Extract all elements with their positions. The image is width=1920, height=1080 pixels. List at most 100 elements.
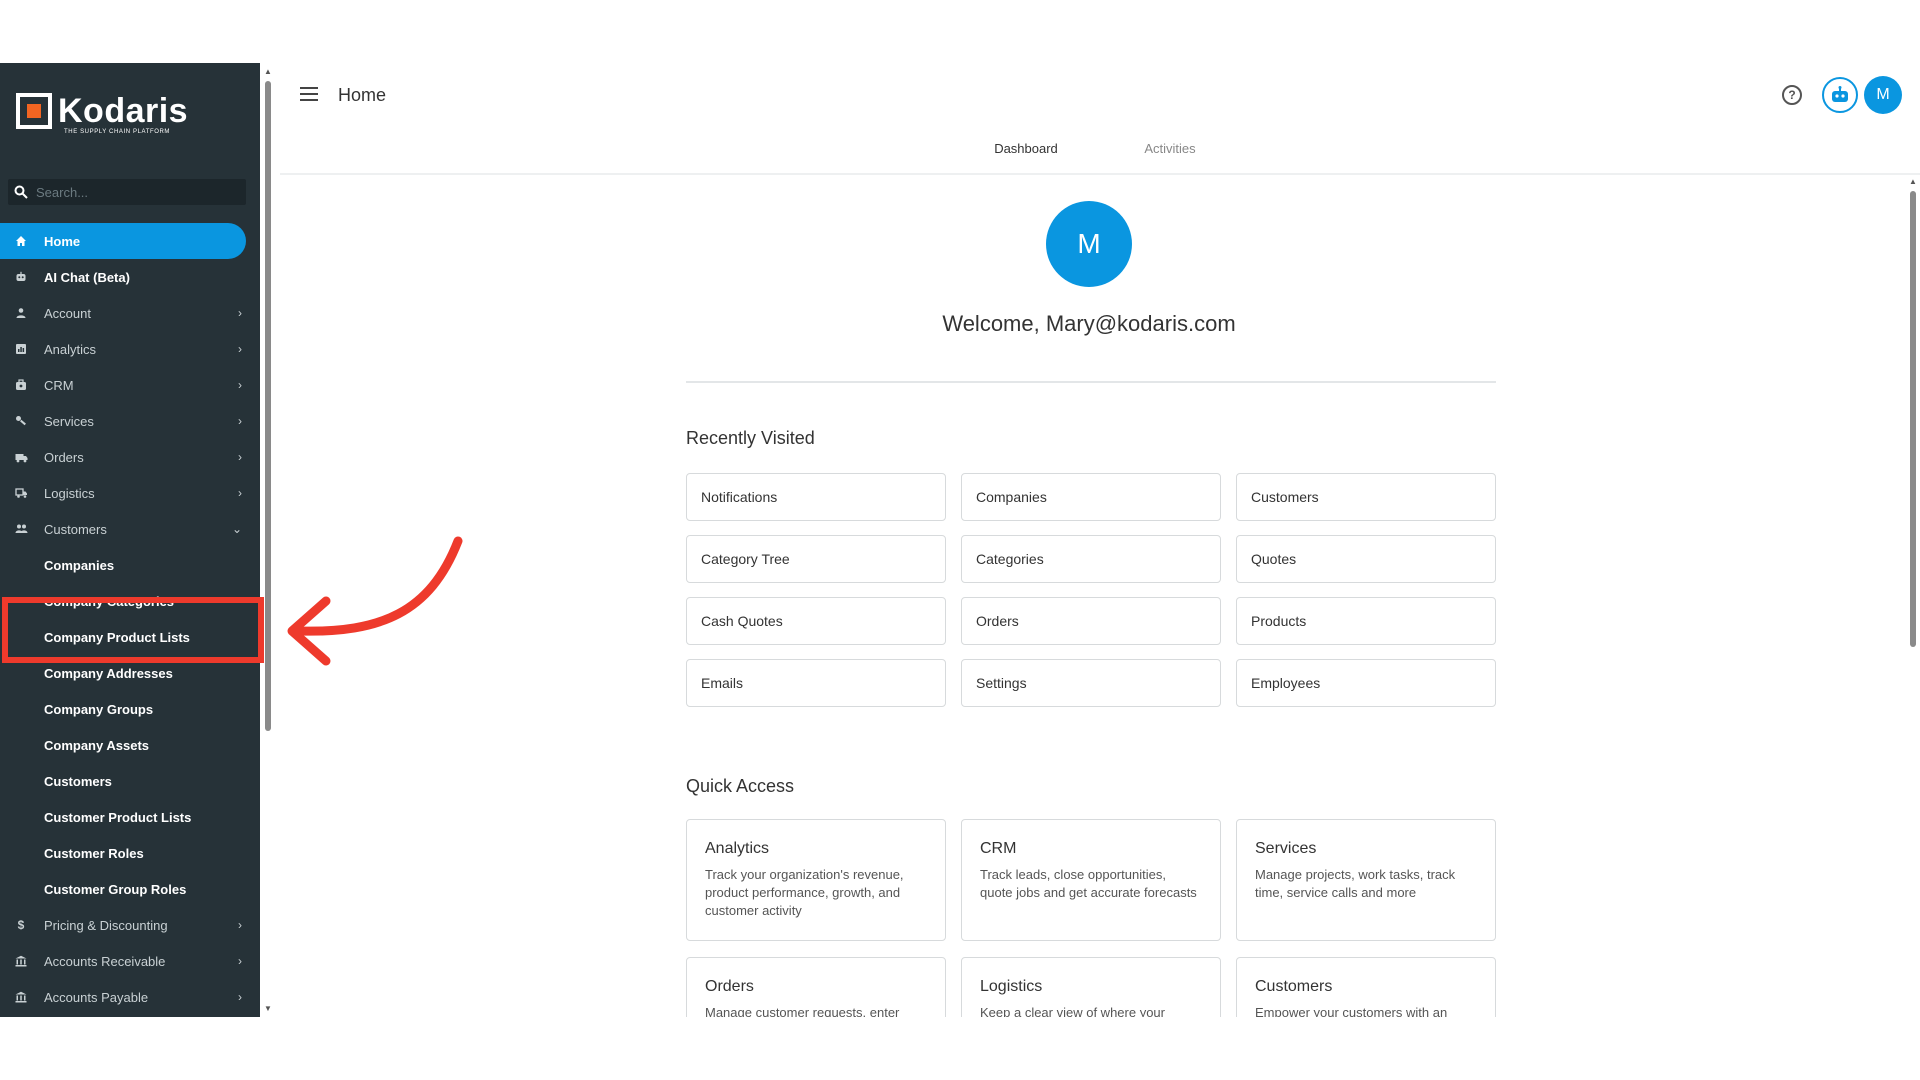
tab-bar: Dashboard Activities [954,141,1242,175]
sidebar-subitem-companies[interactable]: Companies [0,547,260,583]
sidebar-item-label: Orders [44,449,84,465]
quick-card-orders[interactable]: Orders Manage customer requests, enter [686,957,946,1017]
chevron-right-icon: › [238,450,242,464]
recently-visited-title: Recently Visited [686,428,815,448]
quick-card-desc: Manage projects, work tasks, track time,… [1255,867,1456,900]
sidebar-item-label: Companies [44,557,115,573]
header-divider [280,173,1920,175]
sidebar-item-label: Customers [44,773,112,789]
welcome-message: Welcome, Mary@kodaris.com [942,311,1236,336]
section-divider [686,381,1496,383]
tab-dashboard[interactable]: Dashboard [954,141,1098,175]
quick-card-crm[interactable]: CRM Track leads, close opportunities, qu… [961,819,1221,941]
recent-card-notifications[interactable]: Notifications [686,473,946,521]
sidebar-item-services[interactable]: Services › [0,403,260,439]
sidebar-subitem-customer-roles[interactable]: Customer Roles [0,835,260,871]
logo-text: Kodaris [58,92,189,130]
recent-card-quotes[interactable]: Quotes [1236,535,1496,583]
recent-card-category-tree[interactable]: Category Tree [686,535,946,583]
scroll-up-icon[interactable]: ▲ [1909,177,1917,186]
sidebar-subitem-customer-group-roles[interactable]: Customer Group Roles [0,871,260,907]
sidebar-item-label: Accounts Payable [44,989,149,1005]
sidebar-item-customers[interactable]: Customers ⌄ [0,511,260,547]
quick-card-desc: Keep a clear view of where your [980,1005,1165,1017]
sidebar-item-label: Analytics [44,341,97,357]
sidebar-item-pricing[interactable]: $ Pricing & Discounting › [0,907,260,943]
help-icon[interactable]: ? [1782,85,1802,105]
sidebar-subitem-customers[interactable]: Customers [0,763,260,799]
sidebar-item-account[interactable]: Account › [0,295,260,331]
sidebar-item-label: AI Chat (Beta) [44,269,130,285]
sidebar-item-home[interactable]: Home [0,223,246,259]
quick-card-logistics[interactable]: Logistics Keep a clear view of where you… [961,957,1221,1017]
recent-card-orders[interactable]: Orders [961,597,1221,645]
logo[interactable]: Kodaris [16,93,188,129]
search-input[interactable] [34,183,228,201]
quick-card-desc: Track leads, close opportunities, quote … [980,867,1197,900]
chevron-right-icon: › [238,918,242,932]
recently-visited-grid: Notifications Companies Customers Catego… [686,473,1496,707]
quick-card-title: Orders [705,978,754,995]
chevron-down-icon: ⌄ [231,522,242,536]
quick-card-title: Services [1255,840,1317,857]
sidebar-item-orders[interactable]: Orders › [0,439,260,475]
tab-activities[interactable]: Activities [1098,141,1242,173]
sidebar-item-label: Pricing & Discounting [44,917,168,933]
quick-card-desc: Empower your customers with an [1255,1005,1448,1017]
sidebar-item-label: Customer Group Roles [44,881,187,897]
scroll-down-icon[interactable]: ▼ [264,1004,272,1013]
sidebar-item-accounts-receivable[interactable]: Accounts Receivable › [0,943,260,979]
recent-card-settings[interactable]: Settings [961,659,1221,707]
sidebar-item-accounts-payable[interactable]: Accounts Payable › [0,979,260,1015]
recent-card-emails[interactable]: Emails [686,659,946,707]
sidebar-item-label: Logistics [44,485,95,501]
page-title: Home [338,85,387,105]
ai-assistant-button[interactable] [1822,77,1858,113]
sidebar-item-label: Home [44,233,81,249]
quick-card-title: Customers [1255,978,1333,995]
user-icon [14,306,28,320]
quick-access-title: Quick Access [686,776,795,796]
sidebar-item-label: Company Addresses [44,665,173,681]
sidebar-scrollbar[interactable]: ▲ ▼ [262,63,274,1017]
content-scrollbar[interactable]: ▲ [1908,177,1918,1017]
quick-card-customers[interactable]: Customers Empower your customers with an [1236,957,1496,1017]
chevron-right-icon: › [238,306,242,320]
sidebar-subitem-company-assets[interactable]: Company Assets [0,727,260,763]
sidebar: Kodaris THE SUPPLY CHAIN PLATFORM Home A… [0,63,260,1017]
quick-card-services[interactable]: Services Manage projects, work tasks, tr… [1236,819,1496,941]
sidebar-item-logistics[interactable]: Logistics › [0,475,260,511]
scroll-up-icon[interactable]: ▲ [264,67,272,76]
sidebar-item-analytics[interactable]: Analytics › [0,331,260,367]
recent-card-cash-quotes[interactable]: Cash Quotes [686,597,946,645]
sidebar-item-label: Services [44,413,94,429]
quick-card-title: Logistics [980,978,1043,995]
recent-card-categories[interactable]: Categories [961,535,1221,583]
chevron-right-icon: › [238,342,242,356]
profile-avatar: M [1046,201,1132,287]
annotation-arrow-icon [287,536,463,666]
quick-card-analytics[interactable]: Analytics Track your organization's reve… [686,819,946,941]
sidebar-search [8,179,246,205]
recent-card-employees[interactable]: Employees [1236,659,1496,707]
menu-icon[interactable] [300,87,318,101]
chart-icon [14,342,28,356]
recent-card-products[interactable]: Products [1236,597,1496,645]
wrench-icon [14,414,28,428]
content-scrollbar-thumb[interactable] [1910,191,1916,647]
user-avatar[interactable]: M [1864,76,1902,114]
chevron-right-icon: › [238,486,242,500]
dollar-icon: $ [17,918,25,932]
main-content: Home ? M Dashboard Activities M Welcome,… [280,63,1920,1017]
sidebar-item-ai-chat[interactable]: AI Chat (Beta) [0,259,260,295]
shipping-icon [14,486,28,500]
quick-card-desc: Track your organization's revenue, produ… [705,867,904,918]
chevron-right-icon: › [238,378,242,392]
sidebar-item-crm[interactable]: CRM › [0,367,260,403]
sidebar-subitem-company-groups[interactable]: Company Groups [0,691,260,727]
sidebar-subitem-customer-product-lists[interactable]: Customer Product Lists [0,799,260,835]
recent-card-companies[interactable]: Companies [961,473,1221,521]
briefcase-icon [14,378,28,392]
recent-card-customers[interactable]: Customers [1236,473,1496,521]
sidebar-scrollbar-thumb[interactable] [265,81,271,731]
